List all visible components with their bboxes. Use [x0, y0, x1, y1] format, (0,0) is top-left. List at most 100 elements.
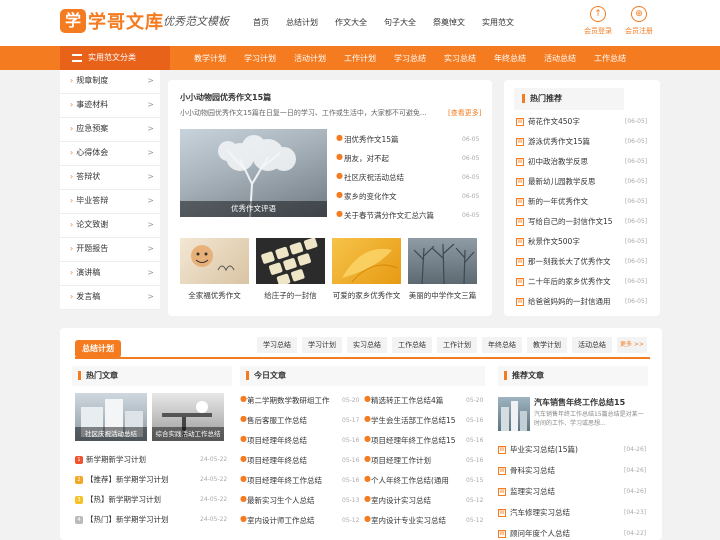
list-item[interactable]: W 监理实习总结: [498, 486, 555, 497]
sidebar-item[interactable]: 答辩状 >: [60, 166, 160, 190]
nav-essays[interactable]: 作文大全: [335, 17, 367, 28]
item-date: [06-05]: [625, 278, 648, 285]
list-item[interactable]: W 最新幼儿园教学反思: [516, 176, 596, 187]
list-item[interactable]: 第二学期数学教研组工作: [247, 395, 330, 406]
list-item[interactable]: 4 【热门】新学期学习计划: [75, 514, 169, 525]
onav-item[interactable]: 工作计划: [344, 53, 376, 64]
list-item[interactable]: 项目经理年终总结: [247, 435, 307, 446]
featured-more-link[interactable]: [查看更多]: [448, 108, 481, 118]
onav-item[interactable]: 活动总结: [544, 53, 576, 64]
list-item[interactable]: 家乡的变化作文: [344, 191, 397, 202]
list-item[interactable]: 精选转正工作总结4篇: [371, 395, 443, 406]
sidebar-item[interactable]: 应急预案 >: [60, 118, 160, 142]
category-sidebar: 规章制度 > 事迹材料 > 应急预案 > 心得体会 > 答辩状 > 毕业答辩 > 论文致谢 >…: [60, 70, 160, 310]
list-item[interactable]: 关于春节满分作文汇总六篇: [344, 210, 434, 221]
list-item[interactable]: 2 【推荐】新学期学习计划: [75, 474, 169, 485]
register-label: 会员注册: [625, 27, 653, 35]
tab-work-plan[interactable]: 工作计划: [437, 337, 477, 353]
list-item[interactable]: W 汽车修理实习总结: [498, 507, 570, 518]
sidebar-item[interactable]: 演讲稿 >: [60, 262, 160, 286]
more-link[interactable]: 更多 >>: [617, 337, 647, 353]
list-item[interactable]: W 新的一年优秀作文: [516, 196, 588, 207]
hot-article-image[interactable]: 综合实践活动工作总结: [152, 393, 224, 441]
onav-item[interactable]: 年终总结: [494, 53, 526, 64]
login-button[interactable]: ↑ 会员登录: [576, 6, 620, 36]
list-item[interactable]: W 二十年后的家乡优秀作文: [516, 276, 611, 287]
thumb-image[interactable]: [180, 238, 249, 284]
onav-item[interactable]: 学习总结: [394, 53, 426, 64]
logo-icon[interactable]: 学: [60, 9, 86, 33]
thumb-image[interactable]: [256, 238, 325, 284]
list-item[interactable]: 项目经理工作计划: [371, 455, 431, 466]
list-item[interactable]: W 那一刻我长大了优秀作文: [516, 256, 611, 267]
doc-icon: W: [516, 238, 524, 246]
sidebar-item-label: 答辩状: [76, 172, 101, 181]
nav-home[interactable]: 首页: [253, 17, 269, 28]
sidebar-item[interactable]: 毕业答辩 >: [60, 190, 160, 214]
item-date: [06-05]: [625, 298, 648, 305]
sidebar-item[interactable]: 发言稿 >: [60, 286, 160, 310]
onav-item[interactable]: 活动计划: [294, 53, 326, 64]
list-item[interactable]: 项目经理年终工作总结: [247, 475, 322, 486]
tab-teaching-plan[interactable]: 教学计划: [527, 337, 567, 353]
list-item[interactable]: 室内设计师工作总结: [247, 515, 315, 526]
list-item[interactable]: 泪优秀作文15篇: [344, 134, 399, 145]
thumb-caption[interactable]: 可爱的家乡优秀作文: [332, 290, 401, 301]
hot-article-image[interactable]: 社区庆祝活动总结: [75, 393, 147, 441]
nav-summary-plan[interactable]: 总结计划: [286, 17, 318, 28]
thumb-image[interactable]: [408, 238, 477, 284]
list-item[interactable]: W 荷花作文450字: [516, 116, 580, 127]
nav-practical[interactable]: 实用范文: [482, 17, 514, 28]
list-item[interactable]: 室内设计实习总结: [371, 495, 431, 506]
list-item[interactable]: W 游泳优秀作文15篇: [516, 136, 590, 147]
sidebar-item[interactable]: 论文致谢 >: [60, 214, 160, 238]
list-item[interactable]: W 顾问年度个人总结: [498, 528, 570, 539]
tab-activity-summary[interactable]: 活动总结: [572, 337, 612, 353]
nav-sentences[interactable]: 句子大全: [384, 17, 416, 28]
sidebar-item[interactable]: 事迹材料 >: [60, 94, 160, 118]
tab-study-summary[interactable]: 学习总结: [257, 337, 297, 353]
featured-title[interactable]: 小小动物园优秀作文15篇: [180, 92, 271, 103]
onav-item[interactable]: 实习总结: [444, 53, 476, 64]
category-menu-button[interactable]: 实用范文分类: [60, 46, 170, 70]
featured-image[interactable]: 优秀作文评语: [180, 129, 327, 217]
bullet-icon: ●: [336, 133, 343, 142]
register-button[interactable]: ⊕ 会员注册: [617, 6, 661, 36]
sidebar-item[interactable]: 心得体会 >: [60, 142, 160, 166]
tab-work-summary[interactable]: 工作总结: [392, 337, 432, 353]
sidebar-item[interactable]: 开题报告 >: [60, 238, 160, 262]
list-item[interactable]: 室内设计专业实习总结: [371, 515, 446, 526]
nav-eulogy[interactable]: 祭奠悼文: [433, 17, 465, 28]
list-item[interactable]: 3 【热】新学期学习计划: [75, 494, 161, 505]
list-item[interactable]: 项目经理年终总结: [247, 455, 307, 466]
list-item[interactable]: 售后客服工作总结: [247, 415, 307, 426]
sidebar-item[interactable]: 规章制度 >: [60, 70, 160, 94]
list-item[interactable]: W 初中政治教学反思: [516, 156, 588, 167]
list-item[interactable]: W 给爸爸妈妈的一封信通用: [516, 296, 611, 307]
list-item[interactable]: 社区庆祝活动总结: [344, 172, 404, 183]
list-item[interactable]: 最新实习生个人总结: [247, 495, 315, 506]
tab-intern-summary[interactable]: 实习总结: [347, 337, 387, 353]
list-item[interactable]: 学生会生活部工作总结15: [371, 415, 456, 426]
onav-item[interactable]: 学习计划: [244, 53, 276, 64]
site-brand[interactable]: 学哥文库: [88, 8, 164, 34]
thumb-caption[interactable]: 给庄子的一封信: [256, 290, 325, 301]
list-item[interactable]: 朋友，对不起: [344, 153, 389, 164]
list-item[interactable]: 个人年终工作总结(通用: [371, 475, 449, 486]
list-item[interactable]: W 骨科实习总结: [498, 465, 555, 476]
list-item[interactable]: 项目经理年终工作总结15: [371, 435, 456, 446]
thumb-caption[interactable]: 美丽的中学作文三篇: [401, 290, 484, 301]
tab-yearend-summary[interactable]: 年终总结: [482, 337, 522, 353]
onav-item[interactable]: 教学计划: [194, 53, 226, 64]
list-item[interactable]: 1 新学期新学习计划: [75, 454, 146, 465]
list-item[interactable]: W 秋景作文500字: [516, 236, 580, 247]
thumb-caption[interactable]: 全家福优秀作文: [180, 290, 249, 301]
chevron-right-icon: >: [147, 148, 154, 157]
tab-study-plan[interactable]: 学习计划: [302, 337, 342, 353]
recommend-image[interactable]: [498, 397, 530, 431]
list-item[interactable]: W 写给自己的一封信作文15: [516, 216, 613, 227]
list-item[interactable]: W 毕业实习总结(15篇): [498, 444, 578, 455]
thumb-image[interactable]: [332, 238, 401, 284]
onav-item[interactable]: 工作总结: [594, 53, 626, 64]
recommend-feature-title[interactable]: 汽车销售年终工作总结15: [534, 397, 625, 408]
